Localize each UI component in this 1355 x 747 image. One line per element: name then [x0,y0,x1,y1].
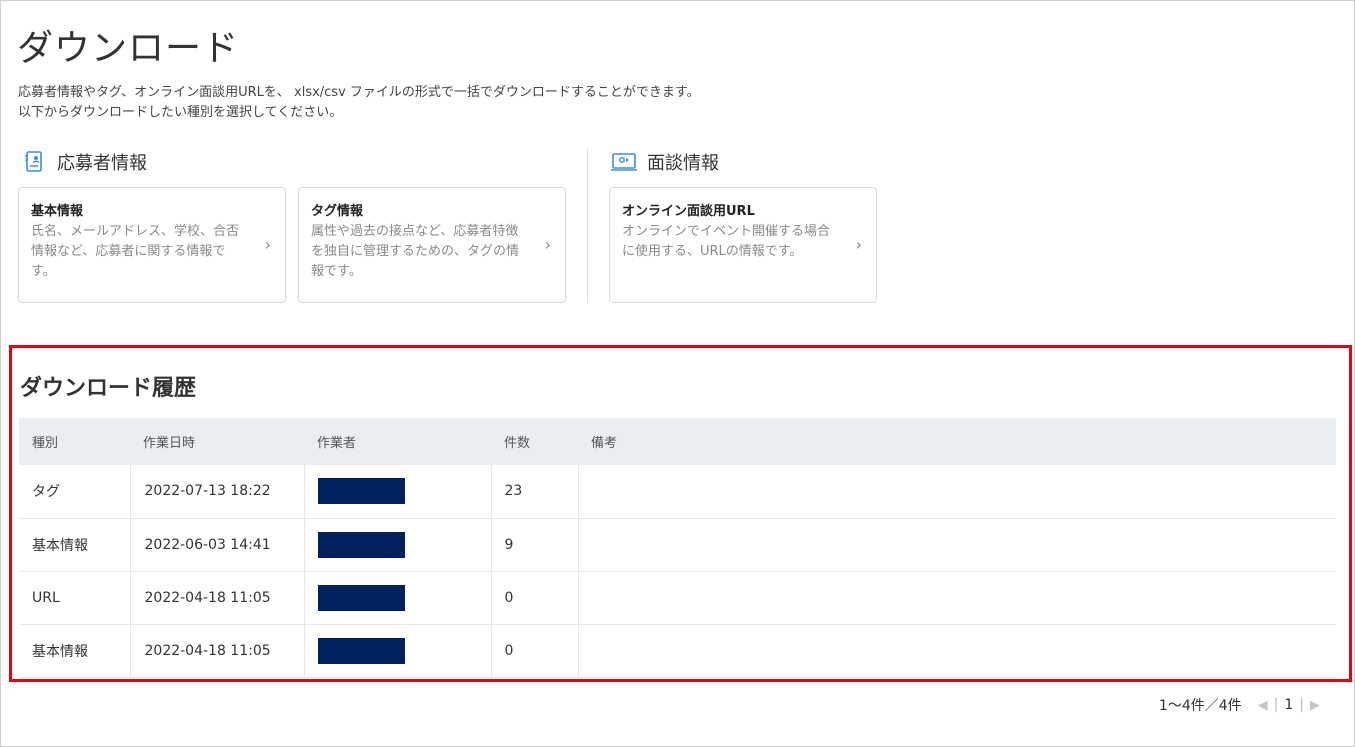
column-header-operator: 作業者 [304,418,491,465]
table-header-row: 種別 作業日時 作業者 件数 備考 [19,418,1336,465]
cell-operator [303,518,491,572]
cell-note [577,465,1336,519]
pagination: 1〜4件／4件 ◀ | 1 | ▶ [1159,695,1320,715]
chevron-right-icon: › [855,235,862,254]
redacted-operator [317,531,405,558]
column-header-note: 備考 [578,418,1336,465]
section-applicant-header: 応募者情報 [21,149,147,175]
card-basic-info-body: 氏名、メールアドレス、学校、合否情報など、応募者に関する情報です。 [31,224,240,279]
cell-type: 基本情報 [19,518,130,572]
cell-type: 基本情報 [19,624,130,678]
chevron-right-icon: › [264,235,271,254]
table-row: URL 2022-04-18 11:05 0 [19,571,1336,625]
column-header-type: 種別 [19,418,130,465]
cell-count: 9 [490,518,578,572]
page-description: 応募者情報やタグ、オンライン面談用URLを、 xlsx/csv ファイルの形式で… [18,83,700,123]
page-title: ダウンロード [17,28,240,69]
download-history-panel: ダウンロード履歴 種別 作業日時 作業者 件数 備考 タグ 2022-07-13… [9,345,1352,682]
cell-type: タグ [19,465,130,519]
download-history-table: 種別 作業日時 作業者 件数 備考 タグ 2022-07-13 18:22 23… [19,418,1336,678]
cell-operator [303,624,491,678]
table-row: 基本情報 2022-04-18 11:05 0 [19,624,1336,678]
column-header-datetime: 作業日時 [130,418,304,465]
cell-count: 0 [490,624,578,678]
applicant-document-icon [21,149,47,175]
pagination-separator: | [1299,697,1304,713]
download-history-title: ダウンロード履歴 [20,376,197,401]
card-tag-info-body: 属性や過去の接点など、応募者特徴を独自に管理するための、タグの情報です。 [311,224,520,279]
description-line-1: 応募者情報やタグ、オンライン面談用URLを、 xlsx/csv ファイルの形式で… [18,85,700,100]
card-basic-info-title: 基本情報 [31,204,84,219]
previous-page-icon[interactable]: ◀ [1258,698,1268,713]
cell-note [577,571,1336,625]
card-tag-info-title: タグ情報 [311,204,364,219]
redacted-operator [317,584,405,611]
redacted-operator [317,478,405,505]
cell-datetime: 2022-04-18 11:05 [129,624,304,678]
cell-count: 0 [490,571,578,625]
cell-count: 23 [490,465,578,519]
cell-datetime: 2022-06-03 14:41 [129,518,304,572]
section-interview-title: 面談情報 [647,153,719,174]
section-divider [587,149,588,303]
cell-datetime: 2022-04-18 11:05 [129,571,304,625]
card-online-interview-url[interactable]: オンライン面談用URL オンラインでイベント開催する場合に使用する、URLの情報… [609,187,877,303]
card-tag-info[interactable]: タグ情報 属性や過去の接点など、応募者特徴を独自に管理するための、タグの情報です… [298,187,566,303]
description-line-2: 以下からダウンロードしたい種別を選択してください。 [18,105,343,120]
cell-datetime: 2022-07-13 18:22 [129,465,304,519]
video-interview-icon [611,149,637,175]
pagination-range: 1〜4件／4件 [1158,698,1242,714]
cell-type: URL [19,571,130,625]
cell-note [577,518,1336,572]
redacted-operator [317,637,405,664]
card-basic-info[interactable]: 基本情報 氏名、メールアドレス、学校、合否情報など、応募者に関する情報です。 › [18,187,286,303]
cell-note [577,624,1336,678]
section-applicant-title: 応募者情報 [57,153,147,174]
card-online-interview-url-body: オンラインでイベント開催する場合に使用する、URLの情報です。 [622,224,831,259]
next-page-icon[interactable]: ▶ [1310,698,1320,713]
chevron-right-icon: › [544,235,551,254]
pagination-separator: | [1273,697,1279,713]
table-row: 基本情報 2022-06-03 14:41 9 [19,518,1336,572]
table-row: タグ 2022-07-13 18:22 23 [19,465,1336,519]
column-header-count: 件数 [491,418,578,465]
cell-operator [303,571,491,625]
section-interview-header: 面談情報 [611,149,719,175]
page-frame: ダウンロード 応募者情報やタグ、オンライン面談用URLを、 xlsx/csv フ… [0,0,1355,747]
cell-operator [303,465,491,519]
card-online-interview-url-title: オンライン面談用URL [622,204,755,219]
current-page-number[interactable]: 1 [1284,697,1293,713]
